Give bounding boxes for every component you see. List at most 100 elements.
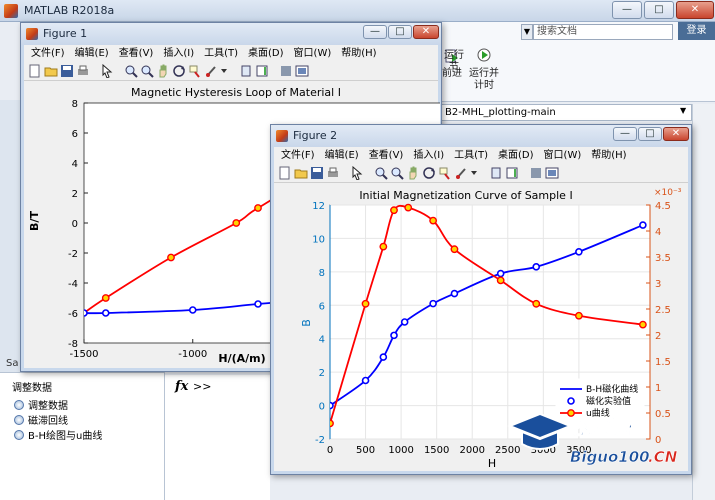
- link-plot-icon[interactable]: [239, 64, 253, 78]
- figure1-maximize-button[interactable]: □: [388, 25, 412, 39]
- figure2-minimize-button[interactable]: —: [613, 127, 637, 141]
- zoom-out-icon[interactable]: [390, 166, 404, 180]
- brush-dropdown-icon[interactable]: [220, 64, 228, 78]
- y-axis-label: B/T: [28, 211, 41, 231]
- figure1-close-button[interactable]: ✕: [413, 25, 439, 39]
- menu-help[interactable]: 帮助(H): [341, 48, 376, 59]
- command-window[interactable]: fx >>: [165, 375, 270, 500]
- y-tick-label: 12: [312, 201, 325, 212]
- figure1-minimize-button[interactable]: —: [363, 25, 387, 39]
- show-plot-tools-icon[interactable]: [295, 64, 309, 78]
- menu-edit[interactable]: 编辑(E): [325, 150, 359, 161]
- save-icon[interactable]: [60, 64, 74, 78]
- menu-window[interactable]: 窗口(W): [544, 150, 582, 161]
- menu-window[interactable]: 窗口(W): [294, 48, 332, 59]
- figure2-maximize-button[interactable]: □: [638, 127, 662, 141]
- hide-plot-tools-icon[interactable]: [279, 64, 293, 78]
- y-tick-label: 6: [319, 301, 325, 312]
- y-tick-label: 2: [72, 189, 78, 200]
- zoom-in-icon[interactable]: [124, 64, 138, 78]
- zoom-in-icon[interactable]: [374, 166, 388, 180]
- y2-tick-label: 4.5: [655, 201, 671, 212]
- print-icon[interactable]: [326, 166, 340, 180]
- blue-data-point: [84, 309, 88, 317]
- hide-plot-tools-icon[interactable]: [529, 166, 543, 180]
- insert-colorbar-icon[interactable]: [255, 64, 269, 78]
- y-tick-label: 4: [72, 159, 78, 170]
- run-and-time-label-1[interactable]: 运行并: [468, 68, 500, 80]
- login-button[interactable]: 登录: [678, 22, 715, 40]
- y-tick-label: -2: [68, 249, 78, 260]
- legend-swatch-marker: [567, 397, 575, 405]
- current-folder-path[interactable]: B2-MHL_plotting-main: [440, 104, 692, 121]
- open-file-icon[interactable]: [44, 64, 58, 78]
- menu-view[interactable]: 查看(V): [369, 150, 404, 161]
- menu-desktop[interactable]: 桌面(D): [248, 48, 284, 59]
- pan-icon[interactable]: [406, 166, 420, 180]
- list-item[interactable]: 磁滞回线: [14, 412, 68, 427]
- run-and-time-icon[interactable]: [476, 46, 492, 62]
- figure1-title-bar: Figure 1 — □ ✕: [21, 23, 441, 45]
- u-data-point: [574, 311, 583, 320]
- zoom-out-icon[interactable]: [140, 64, 154, 78]
- y2-tick-label: 3.5: [655, 253, 671, 264]
- forward-label[interactable]: 前进: [442, 68, 462, 80]
- open-file-icon[interactable]: [294, 166, 308, 180]
- menu-file[interactable]: 文件(F): [281, 150, 315, 161]
- y-tick-label: 10: [312, 234, 325, 245]
- brush-dropdown-icon[interactable]: [470, 166, 478, 180]
- brush-icon[interactable]: [454, 166, 468, 180]
- bh-data-point: [330, 401, 334, 410]
- menu-insert[interactable]: 插入(I): [163, 48, 194, 59]
- run-and-time-label-2[interactable]: 计时: [468, 80, 500, 92]
- print-icon[interactable]: [76, 64, 90, 78]
- y-tick-label: -4: [68, 279, 78, 290]
- figure2-close-button[interactable]: ✕: [663, 127, 689, 141]
- show-plot-tools-icon[interactable]: [545, 166, 559, 180]
- rotate-3d-icon[interactable]: [422, 166, 436, 180]
- data-cursor-icon[interactable]: [188, 64, 202, 78]
- brush-icon[interactable]: [204, 64, 218, 78]
- matlab-logo-icon: [4, 4, 18, 18]
- new-figure-icon[interactable]: [28, 64, 42, 78]
- watermark-text-3: .CN: [648, 448, 678, 466]
- pointer-icon[interactable]: [100, 64, 114, 78]
- y-axis-label: B: [300, 319, 313, 327]
- figure-icon: [26, 28, 38, 40]
- search-documentation-input[interactable]: 搜索文档: [533, 24, 673, 40]
- close-button[interactable]: ✕: [676, 1, 714, 19]
- menu-help[interactable]: 帮助(H): [591, 150, 626, 161]
- fx-icon[interactable]: fx: [175, 379, 188, 394]
- list-item[interactable]: 调整数据: [14, 397, 68, 412]
- figure1-title: Figure 1: [43, 27, 88, 40]
- insert-colorbar-icon[interactable]: [505, 166, 519, 180]
- maximize-button[interactable]: □: [644, 1, 674, 19]
- menu-tools[interactable]: 工具(T): [204, 48, 238, 59]
- link-plot-icon[interactable]: [489, 166, 503, 180]
- pan-icon[interactable]: [156, 64, 170, 78]
- y-tick-label: 6: [72, 129, 78, 140]
- data-cursor-icon[interactable]: [438, 166, 452, 180]
- new-figure-icon[interactable]: [278, 166, 292, 180]
- search-dropdown-button[interactable]: ▼: [521, 24, 533, 40]
- x-tick-label: 1500: [424, 445, 449, 456]
- u-data-point: [330, 419, 334, 428]
- save-icon[interactable]: [310, 166, 324, 180]
- minimize-button[interactable]: —: [612, 1, 642, 19]
- path-dropdown-icon[interactable]: ▼: [680, 106, 686, 115]
- y-tick-label: 0: [72, 219, 78, 230]
- rotate-3d-icon[interactable]: [172, 64, 186, 78]
- menu-insert[interactable]: 插入(I): [413, 150, 444, 161]
- menu-edit[interactable]: 编辑(E): [75, 48, 109, 59]
- u-data-point: [390, 206, 398, 215]
- x-tick-label: 500: [356, 445, 375, 456]
- pointer-icon[interactable]: [350, 166, 364, 180]
- bh-data-point: [532, 263, 541, 271]
- list-item[interactable]: B-H绘图与u曲线: [14, 427, 102, 442]
- menu-view[interactable]: 查看(V): [119, 48, 154, 59]
- menu-tools[interactable]: 工具(T): [454, 150, 488, 161]
- menu-desktop[interactable]: 桌面(D): [498, 150, 534, 161]
- command-prompt[interactable]: >>: [193, 380, 211, 393]
- menu-file[interactable]: 文件(F): [31, 48, 65, 59]
- red-data-point: [167, 253, 175, 262]
